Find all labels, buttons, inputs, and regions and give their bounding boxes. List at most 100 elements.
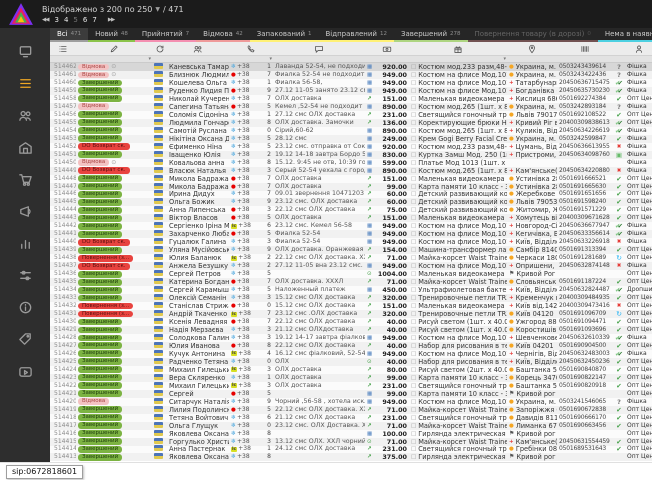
column-header-source[interactable] [625, 42, 652, 55]
column-filter-phone[interactable]: ▾ [229, 56, 273, 62]
order-row[interactable]: 514433ЗавершенийОлексій Семанін❄+38315.1… [50, 294, 652, 302]
order-row[interactable]: 514460ЗавершенийКошелева Ольга Ар...❄+38… [50, 79, 652, 87]
order-row[interactable]: 514443ЗавершенийВіктор Власов●+385ОЛХ до… [50, 214, 652, 222]
order-row[interactable]: 514456ЗавершенийСоломія Сідоніна❄+38127.… [50, 111, 652, 119]
order-row[interactable]: 514416ЗавершенийЯковлева Оксана❄+388▦100… [50, 430, 652, 438]
page-number-7[interactable]: 7 [92, 16, 96, 24]
tab-Завершений[interactable]: Завершений278 [394, 28, 468, 42]
tab-Запакований[interactable]: Запакований1 [250, 28, 319, 42]
order-row[interactable]: 514450Відмова⊙Ковальова анна❄+38815.12. … [50, 159, 652, 167]
filter-caret-icon[interactable]: ▾ [148, 56, 151, 63]
order-row[interactable]: 514442ЗавершенийСергіенко Іріна Ми...lc+… [50, 222, 652, 230]
order-row[interactable]: 514418ЗавершенийТетяна Войтович❄+38621.1… [50, 414, 652, 422]
order-row[interactable]: 514431Повернення (з...Андрій Ткаченкоlc+… [50, 310, 652, 318]
order-row[interactable]: 514448ЗавершенийМикола Бадражан●+387ОЛХ … [50, 175, 652, 183]
order-row[interactable]: 514458ЗавершенийНиколай Кучеренко❄+387ОЛ… [50, 95, 652, 103]
column-header-message[interactable] [273, 42, 365, 55]
order-row[interactable]: 514453ЗавершенийНікітіна Оксана Дми...❄+… [50, 135, 652, 143]
order-row[interactable]: 514449DO Возврат ск.Власюк Наталья❄+383С… [50, 167, 652, 175]
users-icon[interactable] [18, 108, 33, 123]
column-header-flag[interactable] [152, 42, 167, 55]
order-row[interactable]: 514445ЗавершенийОльга Божик❄+38923.12 см… [50, 198, 652, 206]
order-row[interactable]: 514451ЗавершенийІващенко Юлія❄+38219.12 … [50, 151, 652, 159]
order-row[interactable]: 514438Повернення (з...Юлия Баланюкlc+382… [50, 254, 652, 262]
tab-Прийнятий[interactable]: Прийнятий7 [135, 28, 196, 42]
column-header-status[interactable] [76, 42, 152, 55]
column-header-price[interactable] [365, 42, 409, 55]
order-row[interactable]: 514434ЗавершенийСергей Карамышев❄+385Нал… [50, 286, 652, 294]
order-row[interactable]: 514413ЗавершенийЯковлева Оксана❄+388↗375… [50, 453, 652, 461]
column-header-tstatus[interactable] [613, 42, 625, 55]
page-size-caret-icon[interactable]: ▼ [155, 5, 160, 14]
warehouse-icon[interactable] [18, 140, 33, 155]
video-icon[interactable] [18, 364, 33, 379]
tab-Нема в наявності[interactable]: Нема в наявності1 [598, 28, 652, 42]
column-filter-status[interactable]: ▾ [76, 56, 152, 62]
order-row[interactable]: 514421ЗавершенийСергей●+385▦99.00□Карта … [50, 390, 652, 398]
last-page-icon[interactable]: ▶▶ [108, 16, 114, 24]
order-row[interactable]: 514446ЗавершенийИрина Дидух❄+38709.01 зв… [50, 191, 652, 199]
order-row[interactable]: 514461Відмова⊙Близнюк Людмила ...●+387Фи… [50, 71, 652, 79]
order-row[interactable]: 514426ЗавершенийКучук Антонинаlc+38416.1… [50, 350, 652, 358]
column-header-product[interactable] [409, 42, 507, 55]
order-row[interactable]: 514414ЗавершенийАнна Пастернакlc+38124.1… [50, 446, 652, 454]
product-cell: □Светящийся гоночный трек Ma... [409, 382, 507, 390]
tracking-number: 20400309671628 [557, 214, 613, 222]
tab-Відправлений[interactable]: Відправлений12 [319, 28, 394, 42]
stats-icon[interactable] [18, 236, 33, 251]
order-row[interactable]: 514452DO Возврат ск.Єфименко Ніна❄+38523… [50, 143, 652, 151]
order-row[interactable]: 514428ЗавершенийСолодкова Галина В...❄+3… [50, 334, 652, 342]
order-row[interactable]: 514457ВідмоваСапегина Татьяна С...●+385К… [50, 103, 652, 111]
first-page-icon[interactable]: ◀◀ [42, 16, 48, 24]
order-row[interactable]: 514435ЗавершенийКатерина Богданова●+387О… [50, 278, 652, 286]
order-row[interactable]: 514429ЗавершенийНадія Мерзаєва❄+38321.12… [50, 326, 652, 334]
order-row[interactable]: 514415ЗавершенийГоргулько Христина...❄+3… [50, 438, 652, 446]
settings-icon[interactable] [18, 268, 33, 283]
column-header-phone[interactable] [229, 42, 273, 55]
monitor-icon[interactable] [18, 44, 33, 59]
tags-icon[interactable] [18, 332, 33, 347]
order-row[interactable]: 514459ЗавершенийРуденко Лидия Пав...●+38… [50, 87, 652, 95]
order-row[interactable]: 514437DO Возврат ск.Анжела Безушку❄+3822… [50, 262, 652, 270]
order-row[interactable]: 514440DO Возврат ск.Гуцалюк Галина❄+383Ф… [50, 238, 652, 246]
order-row[interactable]: 514441ЗавершенийЗахарченко Люба●+385Фиал… [50, 230, 652, 238]
filter-caret-icon[interactable]: ▾ [503, 56, 506, 63]
orders-icon[interactable] [18, 76, 33, 91]
order-row[interactable]: 514425ЗавершенийРадченко Тетяна❄+380ОЛХ⊙… [50, 358, 652, 366]
column-header-name[interactable] [167, 42, 229, 55]
info-icon[interactable] [18, 300, 33, 315]
column-filter-product[interactable]: ▾ [409, 56, 507, 62]
order-row[interactable]: 514462Відмова⊙Каневська Тамара ...❄+381Л… [50, 63, 652, 71]
order-row[interactable]: 514439ЗавершенийУляна Мусійовська❄+389ОЛ… [50, 246, 652, 254]
carrier-up-icon: ● [509, 445, 514, 453]
column-header-location[interactable] [507, 42, 557, 55]
page-number-4[interactable]: 4 [64, 16, 68, 24]
order-row[interactable]: 514427ЗавершенийЮлия Иванова●+38822.12 с… [50, 342, 652, 350]
tab-Всі[interactable]: Всі471 [50, 28, 88, 42]
order-row[interactable]: 514422ЗавершенийМихаил Гилецькийlc+383ОЛ… [50, 382, 652, 390]
cart-icon[interactable] [18, 172, 33, 187]
page-number-5[interactable]: 5 [73, 16, 77, 24]
order-row[interactable]: 514424ЗавершенийМихаил Гилецькийlc+383ОЛ… [50, 366, 652, 374]
order-row[interactable]: 514432Повернення (з...Станіслав Стрижак●… [50, 302, 652, 310]
order-row[interactable]: 514447ЗавершенийМикола Бадражан●+387ОЛХ … [50, 183, 652, 191]
announcements-icon[interactable] [18, 204, 33, 219]
tab-Повернення товару (в дорозі)[interactable]: Повернення товару (в дорозі)0 [468, 28, 598, 42]
page-number-3[interactable]: 3 [54, 16, 58, 24]
page-number-6[interactable]: 6 [83, 16, 87, 24]
filter-caret-icon[interactable]: ▾ [269, 56, 272, 63]
order-row[interactable]: 514455ЗавершенийЛюдмила Гончарова❄+388ОЛ… [50, 119, 652, 127]
tab-Новий[interactable]: Новий48 [88, 28, 135, 42]
order-row[interactable]: 514417ЗавершенийОльга Глущук❄+38023.12 с… [50, 422, 652, 430]
tab-Відмова[interactable]: Відмова42 [196, 28, 250, 42]
order-row[interactable]: 514420ВідмоваСитарчук Наталія Гр...❄+389… [50, 398, 652, 406]
order-row[interactable]: 514436ЗавершенийСергей Петров❄+385⊙1004.… [50, 270, 652, 278]
order-row[interactable]: 514454ЗавершенийСамотій Руслана Во...❄+3… [50, 127, 652, 135]
order-row[interactable]: 514423ЗавершенийВера Скляренко❄+381ОЛХ д… [50, 374, 652, 382]
column-header-tracking[interactable] [557, 42, 613, 55]
column-header-id[interactable] [50, 42, 76, 55]
sip-link[interactable]: sip:0672818601 [6, 465, 83, 479]
order-row[interactable]: 514444ЗавершенийАнна Липенська●+38322.12… [50, 206, 652, 214]
order-row[interactable]: 514419ЗавершенийЛилия Подолинская●+38522… [50, 406, 652, 414]
order-row[interactable]: 514430ЗавершенийКсенія Левадняя●+38722.1… [50, 318, 652, 326]
